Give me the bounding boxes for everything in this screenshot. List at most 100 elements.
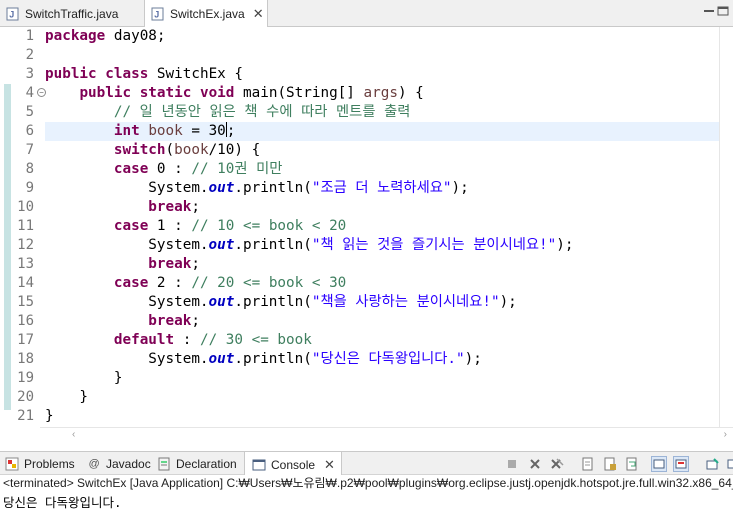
- code-token: System.: [45, 351, 209, 367]
- console-process-label: <terminated> SwitchEx [Java Application]…: [0, 475, 733, 491]
- code-token: book: [174, 142, 209, 158]
- console-output[interactable]: 당신은 다독왕입니다.: [0, 494, 733, 512]
- scroll-right-icon[interactable]: ›: [724, 429, 727, 440]
- code-token: // 30 <= book: [199, 332, 312, 348]
- code-line[interactable]: package day08;: [45, 27, 719, 46]
- code-token: break: [148, 199, 192, 215]
- java-file-icon: J: [151, 7, 165, 21]
- code-token: }: [45, 370, 123, 386]
- code-token: ) {: [397, 85, 424, 101]
- code-line[interactable]: case 0 : // 10권 미만: [45, 160, 719, 179]
- show-console-on-stderr-icon[interactable]: [673, 456, 689, 472]
- code-line[interactable]: }: [45, 388, 719, 407]
- window-controls: [703, 5, 729, 16]
- code-token: System.: [45, 237, 209, 253]
- close-icon[interactable]: ✕: [253, 6, 264, 22]
- code-line[interactable]: break;: [45, 198, 719, 217]
- terminate-icon[interactable]: [504, 456, 520, 472]
- horizontal-scrollbar[interactable]: ‹ ›: [40, 427, 733, 442]
- code-token: :: [174, 332, 200, 348]
- code-line[interactable]: System.out.println("당신은 다독왕입니다.");: [45, 350, 719, 369]
- code-token: "당신은 다독왕입니다.": [311, 351, 465, 367]
- code-line[interactable]: System.out.println("책을 사랑하는 분이시네요!");: [45, 293, 719, 312]
- code-line[interactable]: [45, 46, 719, 65]
- code-line[interactable]: case 2 : // 20 <= book < 30: [45, 274, 719, 293]
- code-line[interactable]: public static void main(String[] args) {: [45, 84, 719, 103]
- editor-tab-bar: J SwitchTraffic.java J SwitchEx.java ✕: [0, 0, 733, 28]
- code-text[interactable]: package day08; public class SwitchEx { pu…: [45, 27, 719, 426]
- minimize-icon[interactable]: [703, 5, 715, 15]
- code-token: // 10 <= book < 20: [191, 218, 347, 234]
- maximize-icon[interactable]: [717, 5, 729, 16]
- overview-ruler: [0, 27, 14, 427]
- pin-console-icon[interactable]: [705, 456, 721, 472]
- code-token: class: [105, 66, 149, 82]
- code-line[interactable]: public class SwitchEx {: [45, 65, 719, 84]
- tab-problems[interactable]: Problems: [4, 452, 75, 476]
- tab-console[interactable]: Console ✕: [244, 452, 342, 477]
- code-line[interactable]: switch(book/10) {: [45, 141, 719, 160]
- line-number: 15: [17, 294, 34, 310]
- svg-text:J: J: [154, 10, 159, 20]
- code-line[interactable]: default : // 30 <= book: [45, 331, 719, 350]
- show-console-on-stdout-icon[interactable]: [651, 456, 667, 472]
- code-line[interactable]: System.out.println("책 읽는 것을 즐기시는 분이시네요!"…: [45, 236, 719, 255]
- code-token: args: [363, 85, 398, 101]
- code-token: );: [464, 351, 482, 367]
- remove-launch-icon[interactable]: [527, 456, 543, 472]
- line-number: 10: [17, 199, 34, 215]
- code-token: System.: [45, 294, 209, 310]
- code-line[interactable]: case 1 : // 10 <= book < 20: [45, 217, 719, 236]
- code-line[interactable]: }: [45, 407, 719, 426]
- tab-label: Javadoc: [106, 457, 151, 471]
- code-token: .println(: [234, 180, 312, 196]
- code-token: System.: [45, 180, 209, 196]
- code-line[interactable]: int book = 30;: [45, 122, 719, 141]
- scroll-lock-icon[interactable]: [602, 456, 618, 472]
- code-line[interactable]: }: [45, 369, 719, 388]
- tab-switchtraffic[interactable]: J SwitchTraffic.java: [0, 0, 140, 27]
- open-console-icon[interactable]: [724, 456, 733, 472]
- code-token: .println(: [234, 351, 312, 367]
- code-line[interactable]: break;: [45, 255, 719, 274]
- code-token: // 20 <= book < 30: [191, 275, 347, 291]
- code-token: default: [113, 332, 175, 348]
- code-token: break: [148, 313, 192, 329]
- scroll-left-icon[interactable]: ‹: [72, 429, 75, 440]
- code-token: = 30: [182, 123, 226, 139]
- line-number-gutter: 1 2 3 4 5 6 7 8 9 10 11 12 13 14 15 16 17 18 19 20 21: [14, 27, 38, 426]
- tab-label: Problems: [24, 457, 75, 471]
- code-editor[interactable]: 1 2 3 4 5 6 7 8 9 10 11 12 13 14 15 16 17 18 19 20 21 − pack…: [0, 27, 733, 427]
- word-wrap-icon[interactable]: [624, 456, 640, 472]
- code-token: book: [148, 123, 183, 139]
- code-line[interactable]: // 일 년동안 읽은 책 수에 따라 멘트를 출력: [45, 103, 719, 122]
- clear-console-icon[interactable]: [580, 456, 596, 472]
- code-token: package: [45, 28, 106, 44]
- problems-icon: [4, 456, 20, 472]
- code-line[interactable]: System.out.println("조금 더 노력하세요");: [45, 179, 719, 198]
- code-token: 0 :: [148, 161, 192, 177]
- code-line[interactable]: break;: [45, 312, 719, 331]
- tab-declaration[interactable]: Declaration: [156, 452, 237, 476]
- line-number: 19: [17, 370, 34, 386]
- code-token: case: [113, 275, 149, 291]
- code-token: ;: [226, 123, 236, 139]
- code-token: SwitchEx {: [148, 66, 243, 82]
- code-token: /10) {: [208, 142, 261, 158]
- code-token: // 10권 미만: [191, 161, 283, 177]
- line-number: 4: [25, 85, 34, 101]
- remove-all-terminated-icon[interactable]: [549, 456, 565, 472]
- tab-javadoc[interactable]: @ Javadoc: [86, 452, 151, 476]
- vertical-scrollbar[interactable]: [719, 27, 733, 427]
- code-token: break: [148, 256, 192, 272]
- tab-switchex[interactable]: J SwitchEx.java ✕: [144, 0, 268, 28]
- bottom-panel-tab-bar: Problems @ Javadoc Declaration Console ✕: [0, 451, 733, 477]
- code-token: }: [45, 389, 89, 405]
- close-icon[interactable]: ✕: [324, 457, 335, 473]
